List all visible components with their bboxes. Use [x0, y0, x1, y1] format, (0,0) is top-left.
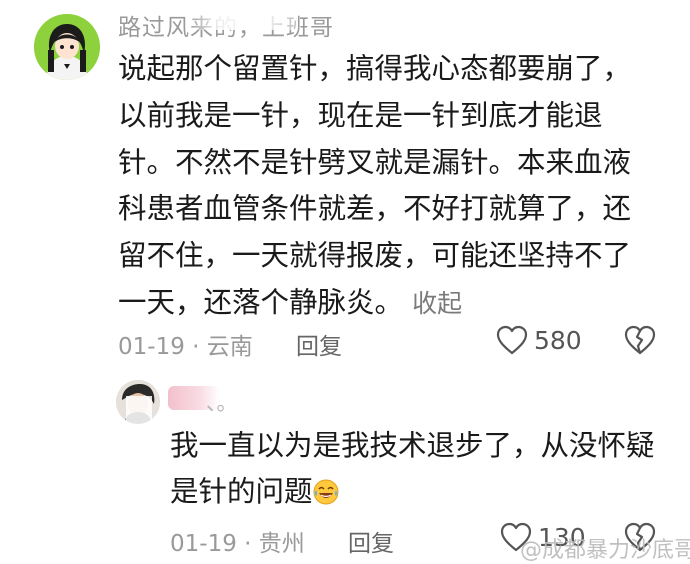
comment-meta: 01-19 · 云南 — [118, 327, 253, 361]
like-button[interactable] — [496, 325, 528, 359]
like-count: 580 — [534, 326, 582, 355]
anime-avatar-icon — [34, 14, 100, 80]
comment-text: 说起那个留置针，搞得我心态都要崩了，以前我是一针，现在是一针到底才能退针。不然不… — [118, 52, 632, 319]
reply-body: 我一直以为是我技术退步了，从没怀疑是针的问题 — [170, 423, 670, 515]
weibo-watermark: @成都暴力沙底哥 — [520, 538, 690, 563]
reply-location: 贵州 — [258, 531, 305, 557]
dislike-button[interactable] — [624, 325, 656, 359]
reply-date: 01-19 — [170, 531, 237, 557]
comment-date: 01-19 — [118, 334, 185, 360]
comment-location: 云南 — [206, 334, 253, 360]
reply-text: 我一直以为是我技术退步了，从没怀疑是针的问题 — [170, 429, 655, 508]
username-redaction — [186, 6, 298, 30]
meta-separator: · — [244, 531, 252, 557]
reply-button[interactable]: 回复 — [296, 327, 342, 361]
reply-username[interactable]: 、。 — [206, 387, 238, 417]
collapse-link[interactable]: 收起 — [412, 289, 462, 318]
comment-body: 说起那个留置针，搞得我心态都要崩了，以前我是一针，现在是一针到底才能退针。不然不… — [118, 46, 658, 328]
laughing-crying-emoji-icon — [313, 473, 339, 505]
avatar-redaction — [126, 396, 152, 424]
reply-meta: 01-19 · 贵州 — [170, 524, 305, 558]
avatar[interactable] — [34, 14, 100, 80]
reply-button[interactable]: 回复 — [348, 524, 394, 558]
heart-icon — [496, 325, 528, 355]
broken-heart-icon — [624, 325, 656, 355]
meta-separator: · — [192, 334, 200, 360]
